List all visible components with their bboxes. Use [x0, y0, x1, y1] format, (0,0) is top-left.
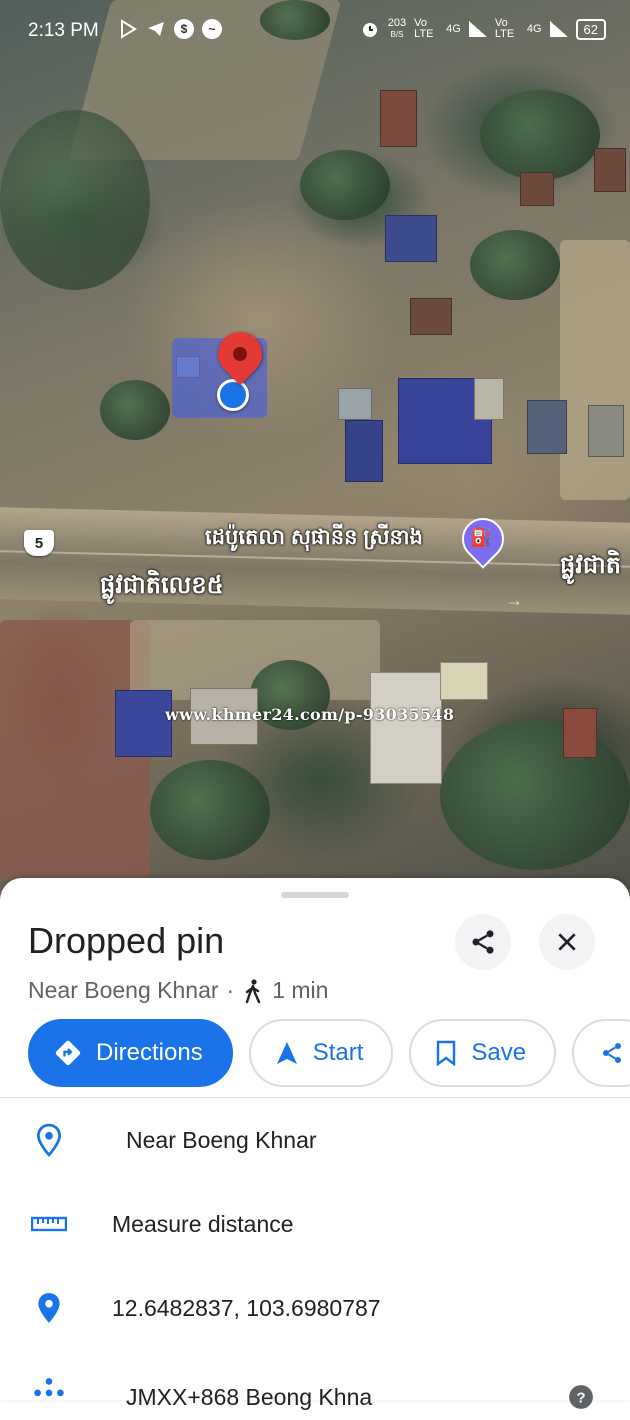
- directions-button[interactable]: Directions: [28, 1019, 233, 1087]
- walk-time: 1 min: [272, 977, 329, 1003]
- system-status-icons: 203 B/S Vo LTE 4G Vo LTE 4G 62: [360, 18, 606, 40]
- share-icon: [472, 930, 494, 954]
- alarm-icon: [362, 23, 377, 37]
- road-name-label-right: ផ្លូវជាតិ: [560, 552, 621, 579]
- messenger-icon: ~: [202, 19, 222, 39]
- plus-code-text: JMXX+868 Beong Khna: [126, 1384, 373, 1410]
- map-building: [345, 420, 383, 482]
- measure-distance-label: Measure distance: [112, 1210, 294, 1237]
- map-tree: [150, 760, 270, 860]
- start-button[interactable]: Start: [248, 1019, 394, 1087]
- map-tree: [440, 720, 630, 870]
- coordinates-text: 12.6482837, 103.6980787: [112, 1294, 381, 1321]
- share-icon: [603, 1043, 622, 1063]
- sheet-drag-handle[interactable]: [281, 892, 349, 898]
- fuel-pump-icon: ⛽: [470, 527, 493, 548]
- map-tree: [100, 380, 170, 440]
- address-row[interactable]: Near Boeng Khnar: [0, 1110, 630, 1170]
- close-icon: [558, 933, 576, 951]
- map-building: [338, 388, 372, 420]
- map-building: [410, 298, 452, 335]
- watermark-text: www.khmer24.com/p-93035548: [165, 705, 455, 724]
- subtitle-separator: ·: [226, 977, 235, 1003]
- directions-label: Directions: [96, 1039, 203, 1066]
- location-pin-filled-icon: [30, 1291, 68, 1325]
- network-type-label: 4G: [446, 23, 461, 35]
- status-time: 2:13 PM: [28, 20, 99, 41]
- address-text: Near Boeng Khnar: [126, 1126, 317, 1153]
- signal-icon-2: [549, 21, 568, 37]
- sheet-divider: [0, 1097, 630, 1098]
- help-icon[interactable]: ?: [568, 1384, 594, 1410]
- close-button[interactable]: [539, 914, 595, 970]
- svg-text:?: ?: [576, 1389, 585, 1406]
- share-button[interactable]: [455, 914, 511, 970]
- place-title: Dropped pin: [28, 920, 225, 961]
- measure-distance-row[interactable]: Measure distance: [0, 1194, 630, 1254]
- directions-icon: [55, 1040, 81, 1066]
- volte-label-2: Vo LTE: [494, 17, 515, 40]
- place-subtitle: Near Boeng Khnar · 1 min: [28, 977, 328, 1004]
- map-building: [380, 90, 417, 147]
- road-arrow-icon: →: [505, 590, 523, 610]
- map-tree: [300, 150, 390, 220]
- network-type-label-2: 4G: [526, 23, 542, 35]
- current-location-dot[interactable]: [217, 379, 249, 411]
- signal-icon: [468, 21, 487, 37]
- location-pin-outline-icon: [30, 1123, 68, 1157]
- net-speed: 203 B/S: [388, 18, 406, 40]
- save-button[interactable]: Save: [409, 1019, 557, 1087]
- map-building: [474, 378, 504, 420]
- play-store-icon: [121, 19, 137, 39]
- map-building: [520, 172, 554, 206]
- share-chip-button[interactable]: [572, 1019, 630, 1087]
- battery-indicator: 62: [575, 18, 606, 40]
- map-tree: [0, 110, 150, 290]
- dollar-app-icon: $: [174, 19, 194, 39]
- notification-icons: $ ~: [118, 19, 222, 39]
- map-tree: [470, 230, 560, 300]
- map-building: [563, 708, 597, 758]
- route-shield: 5: [24, 530, 54, 556]
- place-sheet[interactable]: Dropped pin Near Boeng Khnar · 1 min Dir…: [0, 878, 630, 1410]
- net-speed-unit: B/S: [390, 30, 404, 39]
- map-tree: [480, 90, 600, 180]
- map-building: [594, 148, 626, 192]
- net-speed-value: 203: [387, 17, 407, 29]
- map-building: [527, 400, 567, 454]
- save-label: Save: [471, 1039, 527, 1066]
- map-building: [370, 672, 442, 784]
- plus-code-icon: [30, 1375, 68, 1405]
- start-label: Start: [312, 1039, 364, 1066]
- map-view[interactable]: 5 ដេប៉ូតេលា សុផានីន ស្រីនាង ⛽ ផ្លូវជាតិល…: [0, 0, 630, 900]
- coordinates-row[interactable]: 12.6482837, 103.6980787: [0, 1278, 630, 1338]
- map-building: [115, 690, 172, 757]
- status-bar: 2:13 PM $ ~ 203 B/S Vo LTE 4G Vo LTE 4G …: [0, 0, 630, 64]
- map-field: [560, 240, 630, 500]
- map-building: [588, 405, 624, 457]
- volte-label: Vo LTE: [414, 17, 434, 40]
- telegram-icon: [148, 22, 164, 36]
- bookmark-icon: [437, 1040, 456, 1066]
- road-name-label: ផ្លូវជាតិលេខ៥: [100, 572, 224, 599]
- navigation-arrow-icon: [276, 1042, 297, 1064]
- ruler-icon: [30, 1215, 68, 1233]
- plus-code-row[interactable]: JMXX+868 Beong Khna ?: [0, 1360, 630, 1420]
- gas-station-label[interactable]: ដេប៉ូតេលា សុផានីន ស្រីនាង: [205, 524, 423, 555]
- walking-icon: [245, 978, 261, 1003]
- place-near-text: Near Boeng Khnar: [28, 977, 219, 1003]
- action-chips: Directions Start Save: [28, 1019, 630, 1087]
- map-building: [385, 215, 437, 262]
- map-building: [440, 662, 488, 700]
